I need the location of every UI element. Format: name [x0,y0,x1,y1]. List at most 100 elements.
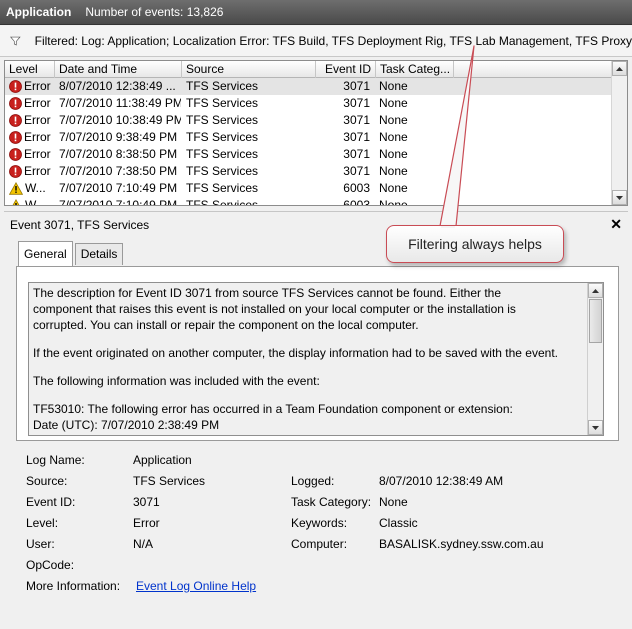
tab-general[interactable]: General [18,241,73,266]
table-row[interactable]: W... 7/07/2010 7:10:49 PM TFS Services 6003… [5,180,613,197]
level-cell: W... [9,197,57,206]
warning-icon [9,182,23,195]
scroll-up-button[interactable] [612,61,627,76]
task-category-cell: None [379,164,408,178]
datetime-cell: 7/07/2010 10:38:49 PM [59,113,181,127]
level-cell: Error [9,146,57,163]
log-name-label: Log Name: [26,453,85,467]
level-label: Level: [26,516,59,530]
datetime-cell: 7/07/2010 8:38:50 PM [59,147,178,161]
level-cell: Error [9,95,57,112]
column-header-date[interactable]: Date and Time [55,61,182,78]
task-category-cell: None [379,113,408,127]
table-row[interactable]: Error 7/07/2010 7:38:50 PM TFS Services 307… [5,163,613,180]
task-category-cell: None [379,147,408,161]
scroll-thumb[interactable] [589,299,602,343]
close-icon[interactable]: ✕ [610,216,622,233]
event-id-value: 3071 [133,495,160,509]
events-table[interactable]: Level Date and Time Source Event ID Task… [4,60,628,206]
filter-description: Filtered: Log: Application; Localization… [34,34,632,48]
computer-label: Computer: [291,537,348,551]
event-id-cell: 6003 [343,181,370,195]
scroll-down-button[interactable] [588,420,603,435]
filter-icon [10,36,21,46]
keywords-label: Keywords: [291,516,348,530]
event-id-cell: 3071 [343,147,370,161]
source-cell: TFS Services [186,147,259,161]
event-description-text: The description for Event ID 3071 from s… [33,285,561,433]
user-label: User: [26,537,55,551]
level-cell: W... [9,180,57,197]
column-header-level[interactable]: Level [5,61,55,78]
level-text: Error [24,164,51,178]
window-header: Application Number of events: 13,826 [0,0,632,25]
scroll-up-button[interactable] [588,283,603,298]
table-body: Error 8/07/2010 12:38:49 ... TFS Services 3… [5,78,613,206]
arrow-down-icon [616,195,623,200]
callout-text: Filtering always helps [408,236,542,252]
task-category-value: None [379,495,408,509]
event-id-cell: 3071 [343,79,370,93]
event-log-online-help-link[interactable]: Event Log Online Help [136,579,256,593]
table-row[interactable]: Error 8/07/2010 12:38:49 ... TFS Services 3… [5,78,613,95]
datetime-cell: 7/07/2010 11:38:49 PM [59,96,181,110]
table-row[interactable]: Error 7/07/2010 10:38:49 PM TFS Services 30… [5,112,613,129]
error-icon [9,80,22,93]
description-scrollbar[interactable] [587,283,603,435]
event-id-cell: 3071 [343,96,370,110]
log-name-value: Application [133,453,192,467]
scroll-down-button[interactable] [612,190,627,205]
filter-bar[interactable]: Filtered: Log: Application; Localization… [0,26,632,57]
arrow-down-icon [592,425,599,430]
event-count: Number of events: 13,826 [85,5,224,19]
column-header-event-id[interactable]: Event ID [316,61,376,78]
description-paragraph: The description for Event ID 3071 from s… [33,286,516,332]
description-paragraph: The following information was included w… [33,374,320,388]
table-row[interactable]: Error 7/07/2010 8:38:50 PM TFS Services 307… [5,146,613,163]
table-row[interactable]: Error 7/07/2010 11:38:49 PM TFS Services 30… [5,95,613,112]
source-cell: TFS Services [186,130,259,144]
source-cell: TFS Services [186,113,259,127]
more-information-label: More Information: [26,579,121,593]
level-text: Error [24,79,51,93]
datetime-cell: 7/07/2010 7:38:50 PM [59,164,178,178]
source-cell: TFS Services [186,164,259,178]
level-cell: Error [9,78,57,95]
tab-details[interactable]: Details [74,243,124,265]
source-cell: TFS Services [186,79,259,93]
error-icon [9,165,22,178]
task-category-cell: None [379,198,408,206]
level-text: W... [25,198,46,206]
task-category-cell: None [379,181,408,195]
logged-label: Logged: [291,474,335,488]
callout-bubble: Filtering always helps [386,225,564,263]
event-detail-title: Event 3071, TFS Services [10,217,150,232]
table-header: Level Date and Time Source Event ID Task… [5,61,613,78]
event-description-box[interactable]: The description for Event ID 3071 from s… [28,282,604,436]
source-value: TFS Services [133,474,206,488]
datetime-cell: 7/07/2010 9:38:49 PM [59,130,178,144]
general-tab-page: The description for Event ID 3071 from s… [16,266,619,441]
table-row[interactable]: W... 7/07/2010 7:10:49 PM TFS Services 6003… [5,197,613,206]
level-cell: Error [9,112,57,129]
computer-value: BASALISK.sydney.ssw.com.au [379,537,544,551]
source-label: Source: [26,474,68,488]
column-header-task-category[interactable]: Task Categ... [376,61,454,78]
table-row[interactable]: Error 7/07/2010 9:38:49 PM TFS Services 307… [5,129,613,146]
log-name-title: Application [6,5,72,19]
task-category-label: Task Category: [291,495,372,509]
level-text: Error [24,113,51,127]
event-id-label: Event ID: [26,495,76,509]
arrow-up-icon [592,288,599,293]
logged-value: 8/07/2010 12:38:49 AM [379,474,504,488]
level-text: Error [24,130,51,144]
column-header-source[interactable]: Source [182,61,316,78]
level-cell: Error [9,129,57,146]
error-icon [9,114,22,127]
level-value: Error [133,516,160,530]
source-cell: TFS Services [186,96,259,110]
events-scrollbar[interactable] [611,61,627,205]
error-icon [9,148,22,161]
level-text: W... [25,181,46,195]
source-cell: TFS Services [186,181,259,195]
